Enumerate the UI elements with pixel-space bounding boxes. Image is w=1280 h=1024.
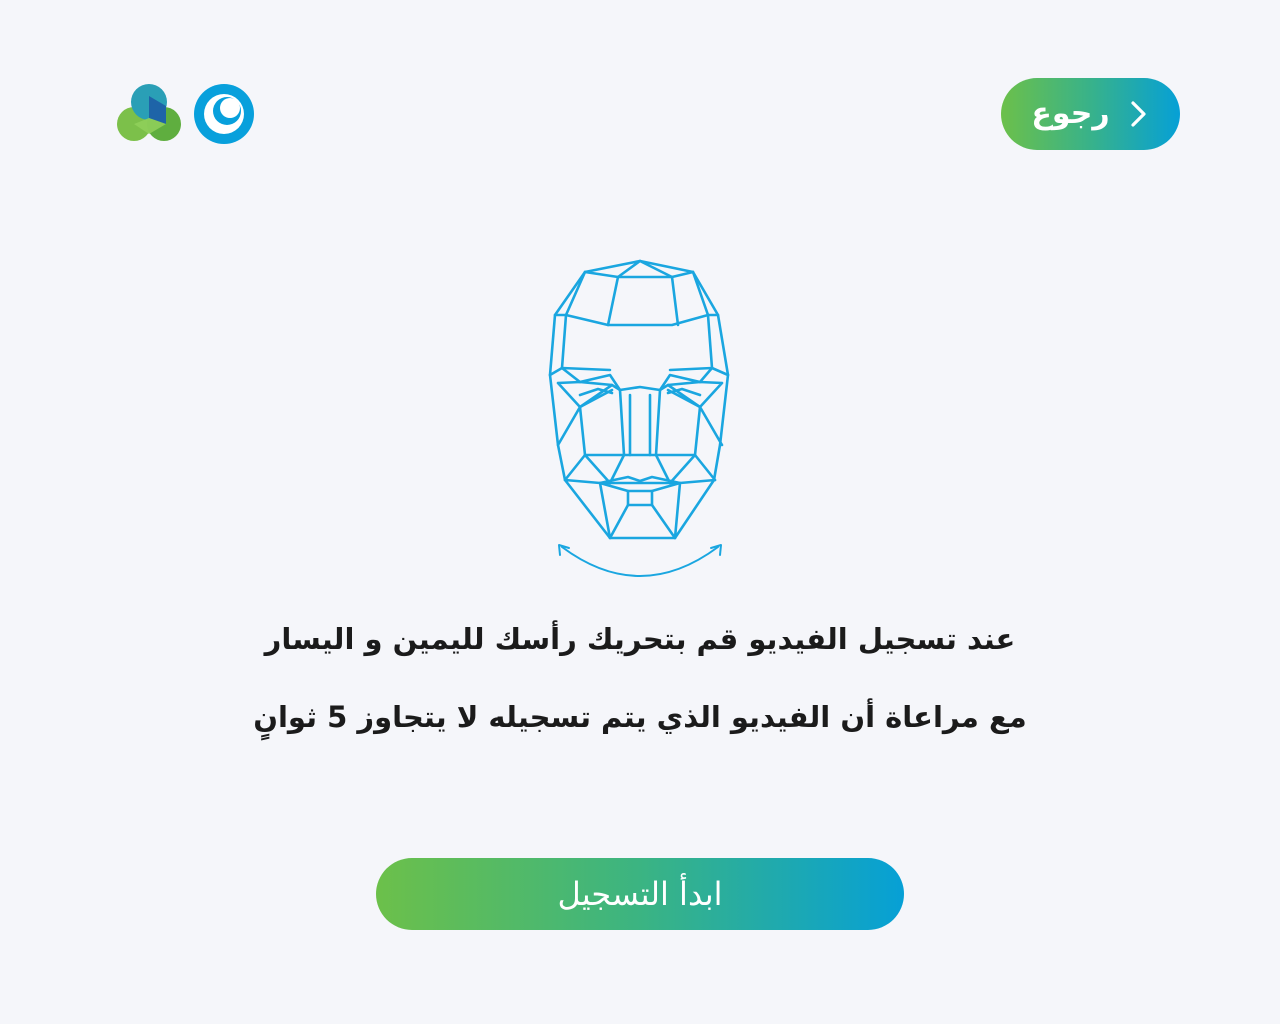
head-rotate-arrows-icon: [558, 544, 722, 577]
face-verification-screen: رجوع عند تسجيل الفيديو قم بتحريك رأسك لل…: [0, 0, 1280, 1024]
instruction-line-2: مع مراعاة أن الفيديو الذي يتم تسجيله لا …: [253, 700, 1027, 734]
back-button-label: رجوع: [1031, 96, 1110, 131]
brand-logos: [116, 82, 258, 146]
back-button[interactable]: رجوع: [1001, 78, 1180, 150]
chevron-right-icon: [1131, 101, 1146, 127]
instruction-line-1: عند تسجيل الفيديو قم بتحريك رأسك لليمين …: [264, 622, 1016, 656]
face-mesh-icon: [548, 259, 730, 577]
brand-logo-cluster-icon: [117, 84, 181, 141]
start-recording-button[interactable]: ابدأ التسجيل: [376, 858, 904, 930]
brand-logo-ring-icon: [194, 84, 254, 144]
